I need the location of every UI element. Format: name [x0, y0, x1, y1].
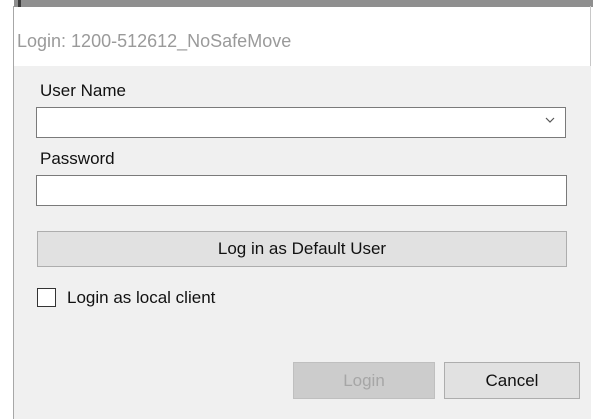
- login-dialog: Login: 1200-512612_NoSafeMove User Name …: [0, 0, 593, 419]
- password-label: Password: [40, 149, 115, 168]
- username-label: User Name: [40, 81, 126, 100]
- chevron-down-icon[interactable]: [543, 113, 557, 127]
- login-button[interactable]: Login: [293, 362, 435, 399]
- cancel-button[interactable]: Cancel: [444, 362, 580, 399]
- username-combobox[interactable]: [36, 107, 566, 138]
- local-client-checkbox[interactable]: [37, 288, 56, 307]
- local-client-label[interactable]: Login as local client: [67, 288, 215, 308]
- login-default-user-button[interactable]: Log in as Default User: [37, 231, 567, 267]
- password-field[interactable]: [36, 175, 567, 206]
- window-title: Login: 1200-512612_NoSafeMove: [17, 31, 292, 51]
- window-top-border: [14, 0, 593, 7]
- window-corner-mark: [18, 0, 21, 7]
